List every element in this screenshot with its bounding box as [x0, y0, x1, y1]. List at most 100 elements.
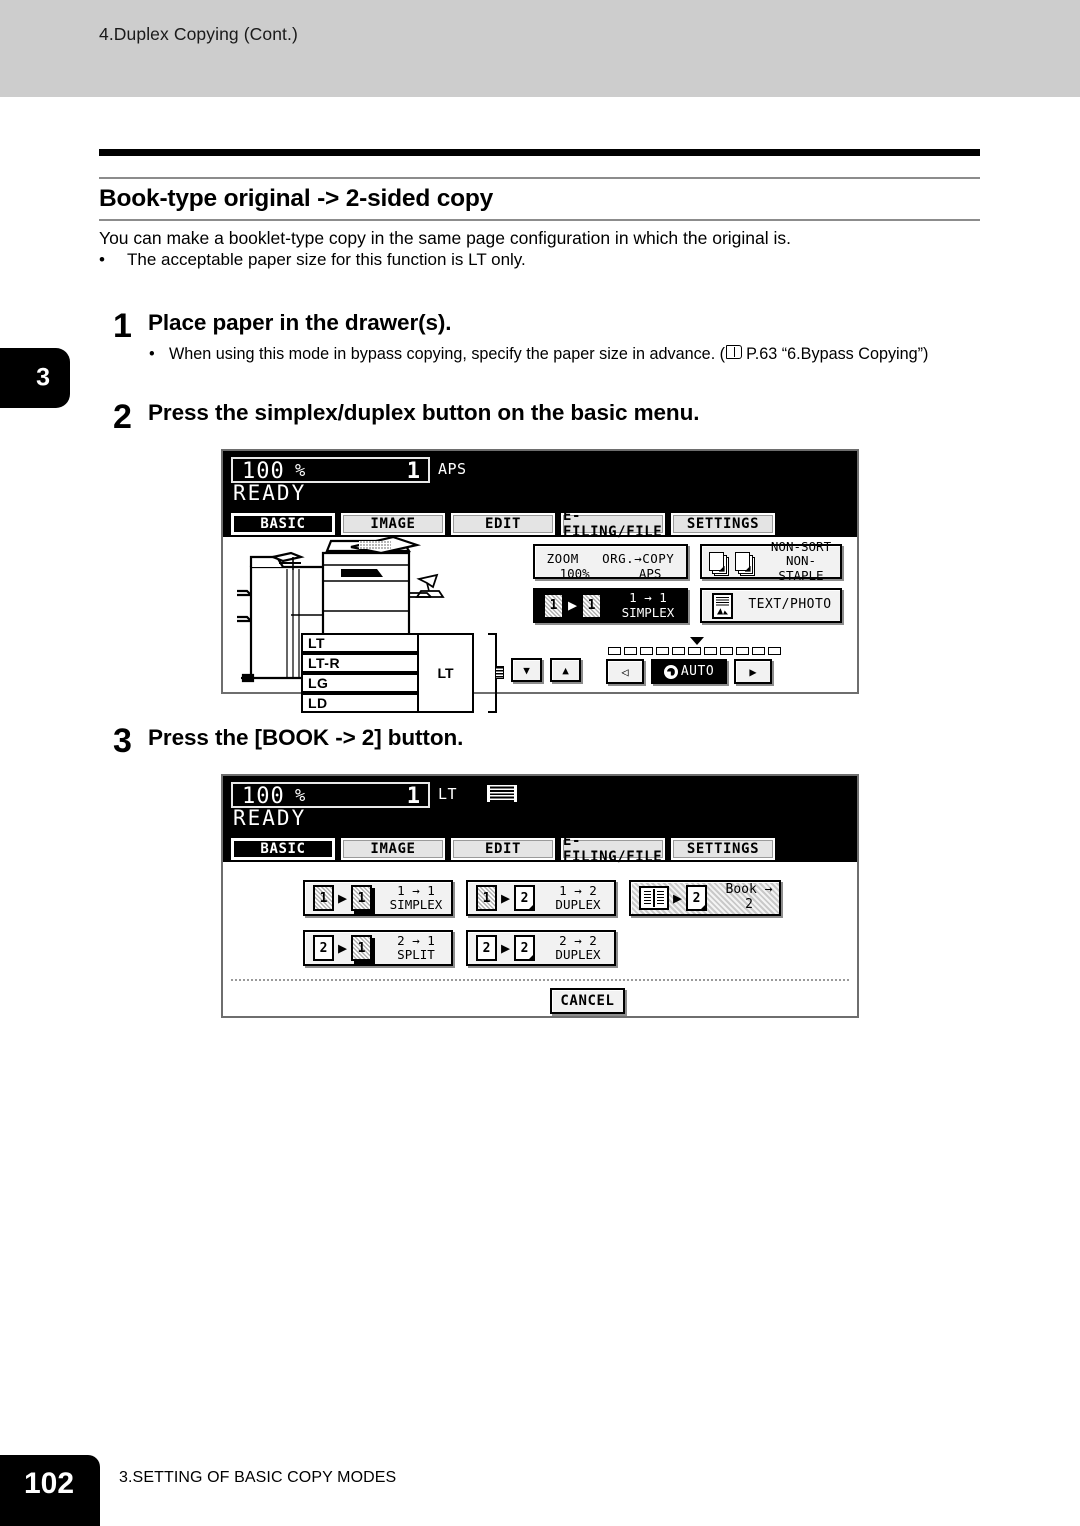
- drawer-row-lt[interactable]: LT: [301, 633, 419, 653]
- lcd1-tab-basic-label: BASIC: [260, 516, 306, 532]
- page-header-band: [0, 0, 1080, 97]
- lcd-panel-basic-menu: 100 % 1 APS READY BASIC IMAGE EDIT E-FIL…: [221, 449, 859, 713]
- original-doc-number: 1: [549, 598, 558, 613]
- lcd1-copy-count: 1: [406, 459, 420, 484]
- auto-density-icon: [663, 664, 678, 679]
- mode-button-2-to-1-split[interactable]: 2 ▶ 1 2 → 1 SPLIT: [303, 930, 453, 966]
- mode-1-1-line-1: 1 → 1: [397, 882, 435, 898]
- drawer-row-ld[interactable]: LD: [301, 693, 419, 713]
- density-auto-button[interactable]: AUTO: [651, 659, 727, 684]
- lcd1-tab-edit[interactable]: EDIT: [451, 513, 555, 535]
- zoom-button-org-label: ORG.: [602, 551, 635, 566]
- bypass-tray-label: LT: [437, 665, 454, 681]
- lcd1-copy-counter: 100 % 1: [231, 457, 430, 484]
- mode-1-2-line-1: 1 → 2: [559, 882, 597, 898]
- mode-1-2-line-2: DUPLEX: [555, 897, 601, 912]
- lcd1-tab-image[interactable]: IMAGE: [341, 513, 445, 535]
- lcd2-tab-image[interactable]: IMAGE: [341, 838, 445, 860]
- lcd2-copy-counter: 100 % 1: [231, 782, 430, 809]
- mode-button-1-to-1-simplex[interactable]: 1 ▶ 1 1 → 1 SIMPLEX: [303, 880, 453, 916]
- lcd2-tab-edit[interactable]: EDIT: [451, 838, 555, 860]
- step-3-title: Press the [BOOK -> 2] button.: [148, 725, 464, 750]
- right-arrow-icon: ▶: [749, 664, 757, 679]
- right-arrow-icon: →: [634, 551, 643, 566]
- density-marker-icon: [690, 637, 704, 645]
- section-rule-bottom: [99, 219, 980, 221]
- finisher-line-1: NON-SORT: [770, 538, 832, 554]
- drawer-scroll-down-button[interactable]: ▼: [511, 658, 542, 682]
- density-scale: [608, 647, 781, 655]
- lcd1-tab-bar: BASIC IMAGE EDIT E-FILING/FILE SETTINGS: [231, 508, 775, 540]
- copy-doc-icon: 1: [351, 885, 373, 911]
- section-bullet: • The acceptable paper size for this fun…: [99, 250, 526, 270]
- zoom-ratio-button[interactable]: ZOOM ORG.→COPY 100% APS: [533, 544, 688, 581]
- drawer-row-lg[interactable]: LG: [301, 673, 419, 693]
- density-segment: [624, 647, 637, 655]
- drawer-lt-label: LT: [308, 635, 326, 651]
- lcd1-tab-efiling-file[interactable]: E-FILING/FILE: [561, 508, 665, 540]
- original-mode-button[interactable]: TEXT/PHOTO: [700, 588, 842, 623]
- mode-2-2-icon: 2 ▶ 2: [476, 935, 536, 961]
- lcd2-tab-efiling-file[interactable]: E-FILING/FILE: [561, 833, 665, 865]
- density-segment: [720, 647, 733, 655]
- mode-1-2-icon: 1 ▶ 2: [476, 885, 536, 911]
- lcd2-tab-basic[interactable]: BASIC: [231, 838, 335, 860]
- mode-button-book-to-2[interactable]: ▶ 2 Book → 2: [629, 880, 781, 916]
- lcd2-tab-image-label: IMAGE: [370, 841, 416, 857]
- section-title: Book-type original -> 2-sided copy: [99, 185, 494, 212]
- page-number: 102: [24, 1467, 75, 1500]
- original-doc-icon: 1: [543, 592, 564, 619]
- section-rule-heavy: [99, 149, 980, 156]
- lcd1-tab-settings[interactable]: SETTINGS: [671, 513, 775, 535]
- density-segment: [768, 647, 781, 655]
- lcd2-tab-settings[interactable]: SETTINGS: [671, 838, 775, 860]
- chapter-tab-number: 3: [36, 363, 50, 392]
- density-decrease-button[interactable]: ◁: [606, 659, 644, 684]
- drawer-scroll-up-button[interactable]: ▲: [550, 658, 581, 682]
- mode-2-2-line-1: 2 → 2: [559, 932, 597, 948]
- lcd1-paper-size: APS: [438, 460, 467, 478]
- chapter-thumb-tab: 3: [0, 348, 70, 408]
- simplex-duplex-line-2: SIMPLEX: [621, 604, 675, 620]
- lcd2-tab-efiling-file-label: E-FILING/FILE: [563, 833, 663, 865]
- density-segment: [608, 647, 621, 655]
- cancel-button-label: CANCEL: [560, 993, 615, 1009]
- zoom-button-org-copy: ORG.→COPY: [602, 551, 674, 566]
- drawer-lg-label: LG: [308, 675, 329, 691]
- simplex-duplex-button[interactable]: 1 ▶ 1 1 → 1 SIMPLEX: [533, 588, 688, 623]
- mode-button-1-to-2-duplex[interactable]: 1 ▶ 2 1 → 2 DUPLEX: [466, 880, 616, 916]
- drawer-row-lt-r[interactable]: LT-R: [301, 653, 419, 673]
- lcd1-tab-basic[interactable]: BASIC: [231, 513, 335, 535]
- lcd-panel-duplex-menu: 100 % 1 LT READY BASIC IMAGE EDIT E-FILI…: [221, 774, 859, 1018]
- original-mode-label: TEXT/PHOTO: [748, 597, 832, 613]
- density-increase-button[interactable]: ▶: [734, 659, 772, 684]
- density-segment: [704, 647, 717, 655]
- drawer-size-list: LT LT-R LG LD LT: [301, 633, 486, 715]
- section-rule-top: [99, 177, 980, 179]
- footer-page-tab: 102: [0, 1455, 100, 1526]
- zoom-button-zoom-label: ZOOM: [546, 551, 579, 566]
- original-doc-number: 2: [319, 940, 328, 956]
- copy-doc-number: 2: [520, 940, 529, 956]
- step-1-note-text-after: P.63 “6.Bypass Copying”): [746, 345, 929, 363]
- copy-doc-icon: 1: [351, 935, 373, 961]
- book-icon: [639, 886, 669, 910]
- lcd2-percent-sign: %: [295, 786, 306, 806]
- mode-2-1-line-1: 2 → 1: [397, 932, 435, 948]
- lcd2-tab-edit-label: EDIT: [484, 841, 522, 857]
- step-2-title: Press the simplex/duplex button on the b…: [148, 400, 700, 425]
- original-doc-icon: 2: [476, 935, 497, 961]
- finisher-mode-button[interactable]: NON-SORT NON-STAPLE: [700, 539, 842, 582]
- mode-2-1-line-2: SPLIT: [397, 947, 435, 962]
- copy-doc-number: 1: [357, 890, 366, 906]
- cancel-button[interactable]: CANCEL: [550, 988, 625, 1014]
- copy-doc-number: 1: [587, 598, 596, 613]
- density-segment: [640, 647, 653, 655]
- copy-doc-icon: 2: [514, 885, 536, 911]
- copy-doc-icon: 2: [514, 935, 536, 961]
- lcd1-tab-settings-label: SETTINGS: [686, 516, 760, 532]
- drawer-lt-r-label: LT-R: [308, 655, 341, 671]
- step-2-number: 2: [113, 398, 132, 436]
- running-head: 4.Duplex Copying (Cont.): [99, 24, 298, 44]
- mode-button-2-to-2-duplex[interactable]: 2 ▶ 2 2 → 2 DUPLEX: [466, 930, 616, 966]
